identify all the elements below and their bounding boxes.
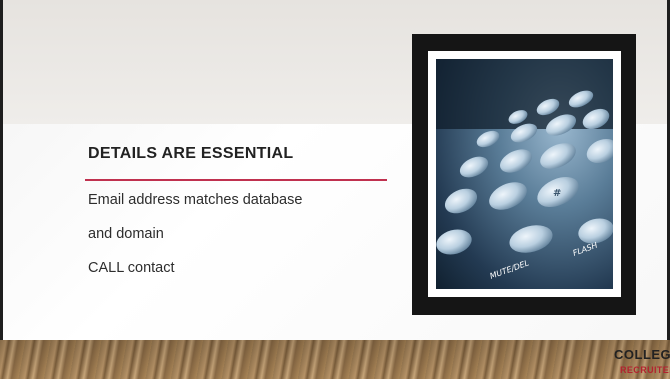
photo-frame: # FLASH MUTE/DEL <box>412 34 636 315</box>
bullet-line-3: CALL contact <box>88 260 175 276</box>
keypad-key <box>489 182 527 210</box>
keypad-key <box>444 188 478 214</box>
photo-mat: # FLASH MUTE/DEL <box>428 51 621 297</box>
phone-keypad-photo: # FLASH MUTE/DEL <box>436 59 613 289</box>
phone-keypad-image: # FLASH MUTE/DEL <box>436 59 613 281</box>
keypad-key <box>436 229 472 255</box>
title-underline <box>85 179 387 181</box>
keypad-key <box>500 149 532 173</box>
bullet-line-1: Email address matches database <box>88 192 303 208</box>
logo-line-2: RECRUITER <box>620 365 670 375</box>
keypad-key <box>459 156 489 178</box>
flash-key-label: FLASH <box>572 241 599 258</box>
keypad-key <box>540 143 576 169</box>
keypad-key <box>509 225 553 253</box>
college-recruiter-logo: COLLEGE RECRUITER <box>614 346 670 379</box>
logo-line-1: COLLEGE <box>614 347 670 362</box>
keypad-key <box>586 138 613 164</box>
hash-key-label: # <box>553 188 561 199</box>
keypad-key <box>476 130 500 148</box>
wood-floor-strip <box>0 340 670 379</box>
bullet-line-2: and domain <box>88 226 164 242</box>
mute-key-label: MUTE/DEL <box>489 258 531 281</box>
slide: DETAILS ARE ESSENTIAL Email address matc… <box>0 0 670 379</box>
left-border <box>0 0 3 379</box>
slide-title: DETAILS ARE ESSENTIAL <box>88 145 294 162</box>
